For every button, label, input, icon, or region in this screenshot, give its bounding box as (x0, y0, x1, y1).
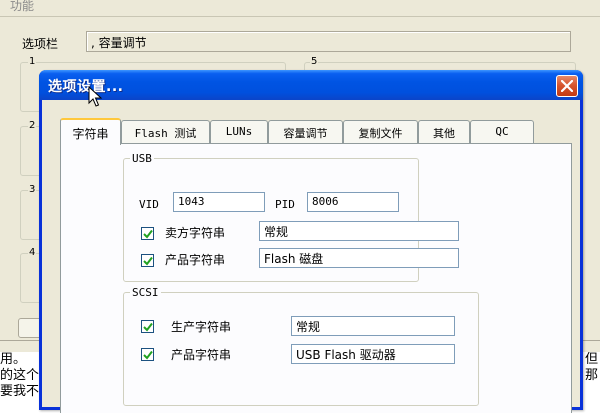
group-number-5: 5 (310, 56, 319, 67)
dialog-titlebar[interactable]: 选项设置... (39, 70, 583, 100)
pid-input[interactable]: 8006 (307, 192, 399, 212)
product-string-input[interactable]: Flash 磁盘 (259, 248, 459, 268)
scsi-product-string-input[interactable]: USB Flash 驱动器 (291, 344, 455, 364)
group-number-2: 2 (28, 120, 37, 131)
checkmark-icon (143, 256, 153, 266)
vendor-string-input[interactable]: 常规 (259, 221, 459, 241)
tab-flash-test[interactable]: Flash 测试 (121, 120, 210, 143)
tab-label: 其他 (433, 127, 455, 140)
options-dialog: 选项设置... 字符串 Flash 测试 LUNs 容量调节 复制文件 其他 Q… (39, 70, 583, 413)
manufacturer-string-input[interactable]: 常规 (291, 316, 455, 336)
group-number-4: 4 (28, 247, 37, 258)
tab-panel: USB VID 1043 PID 8006 卖方字符串 常规 产品字符串 Fla… (60, 143, 572, 413)
vendor-string-checkbox[interactable] (141, 227, 154, 240)
tab-other[interactable]: 其他 (418, 120, 470, 143)
tab-label: Flash 测试 (134, 127, 197, 140)
text-line: 但 (584, 352, 598, 367)
tab-luns[interactable]: LUNs (210, 120, 268, 143)
text-line: 用。 (0, 352, 27, 367)
tab-label: 复制文件 (358, 127, 403, 140)
text-line: 那 (584, 368, 598, 383)
tab-capacity[interactable]: 容量调节 (268, 120, 343, 143)
scsi-group-legend: SCSI (130, 286, 161, 299)
pid-label: PID (275, 198, 295, 211)
background-window-title: 功能 (10, 0, 35, 13)
scsi-product-string-checkbox[interactable] (141, 348, 154, 361)
text-line: 要我不 (0, 384, 40, 399)
option-bar-label: 选项栏 (22, 37, 59, 51)
product-string-label: 产品字符串 (165, 253, 226, 267)
tab-strings[interactable]: 字符串 (60, 118, 121, 145)
group-number-1: 1 (28, 56, 37, 67)
mouse-cursor-icon (88, 86, 102, 107)
checkmark-icon (143, 229, 153, 239)
product-string-checkbox[interactable] (141, 254, 154, 267)
vendor-string-label: 卖方字符串 (165, 226, 226, 240)
tab-label: LUNs (225, 125, 253, 138)
manufacturer-string-checkbox[interactable] (141, 320, 154, 333)
vid-input[interactable]: 1043 (173, 192, 265, 212)
close-icon (561, 80, 573, 92)
tab-label: 字符串 (72, 127, 109, 141)
tab-copy-files[interactable]: 复制文件 (343, 120, 418, 143)
checkmark-icon (143, 322, 153, 332)
dialog-title: 选项设置... (48, 79, 124, 95)
tab-qc[interactable]: QC (470, 120, 534, 143)
divider (0, 16, 600, 17)
text-line: 的这个 (0, 368, 40, 383)
manufacturer-string-label: 生产字符串 (171, 320, 232, 334)
tab-label: QC (495, 125, 509, 138)
close-button[interactable] (556, 75, 578, 97)
vid-label: VID (139, 198, 159, 211)
usb-group-legend: USB (130, 152, 154, 165)
tab-label: 容量调节 (283, 127, 328, 140)
scsi-product-string-label: 产品字符串 (171, 348, 232, 362)
group-number-3: 3 (28, 184, 37, 195)
option-bar-field[interactable]: , 容量调节 (86, 31, 571, 52)
checkmark-icon (143, 350, 153, 360)
